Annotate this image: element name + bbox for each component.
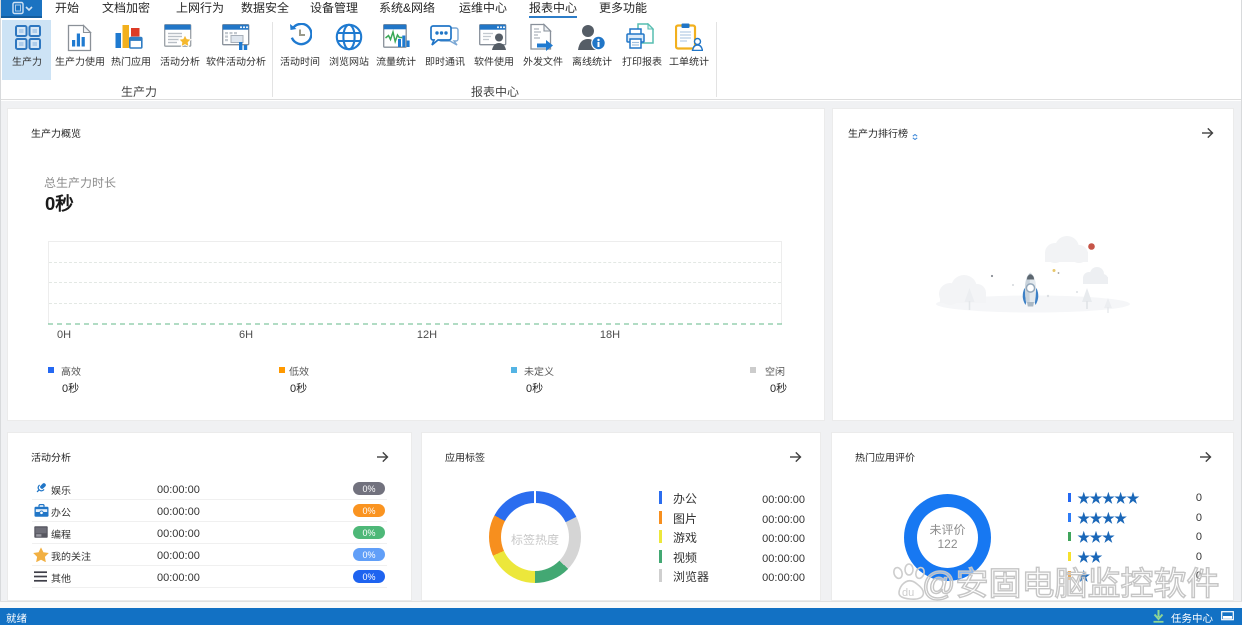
svg-text:du: du	[902, 587, 914, 599]
